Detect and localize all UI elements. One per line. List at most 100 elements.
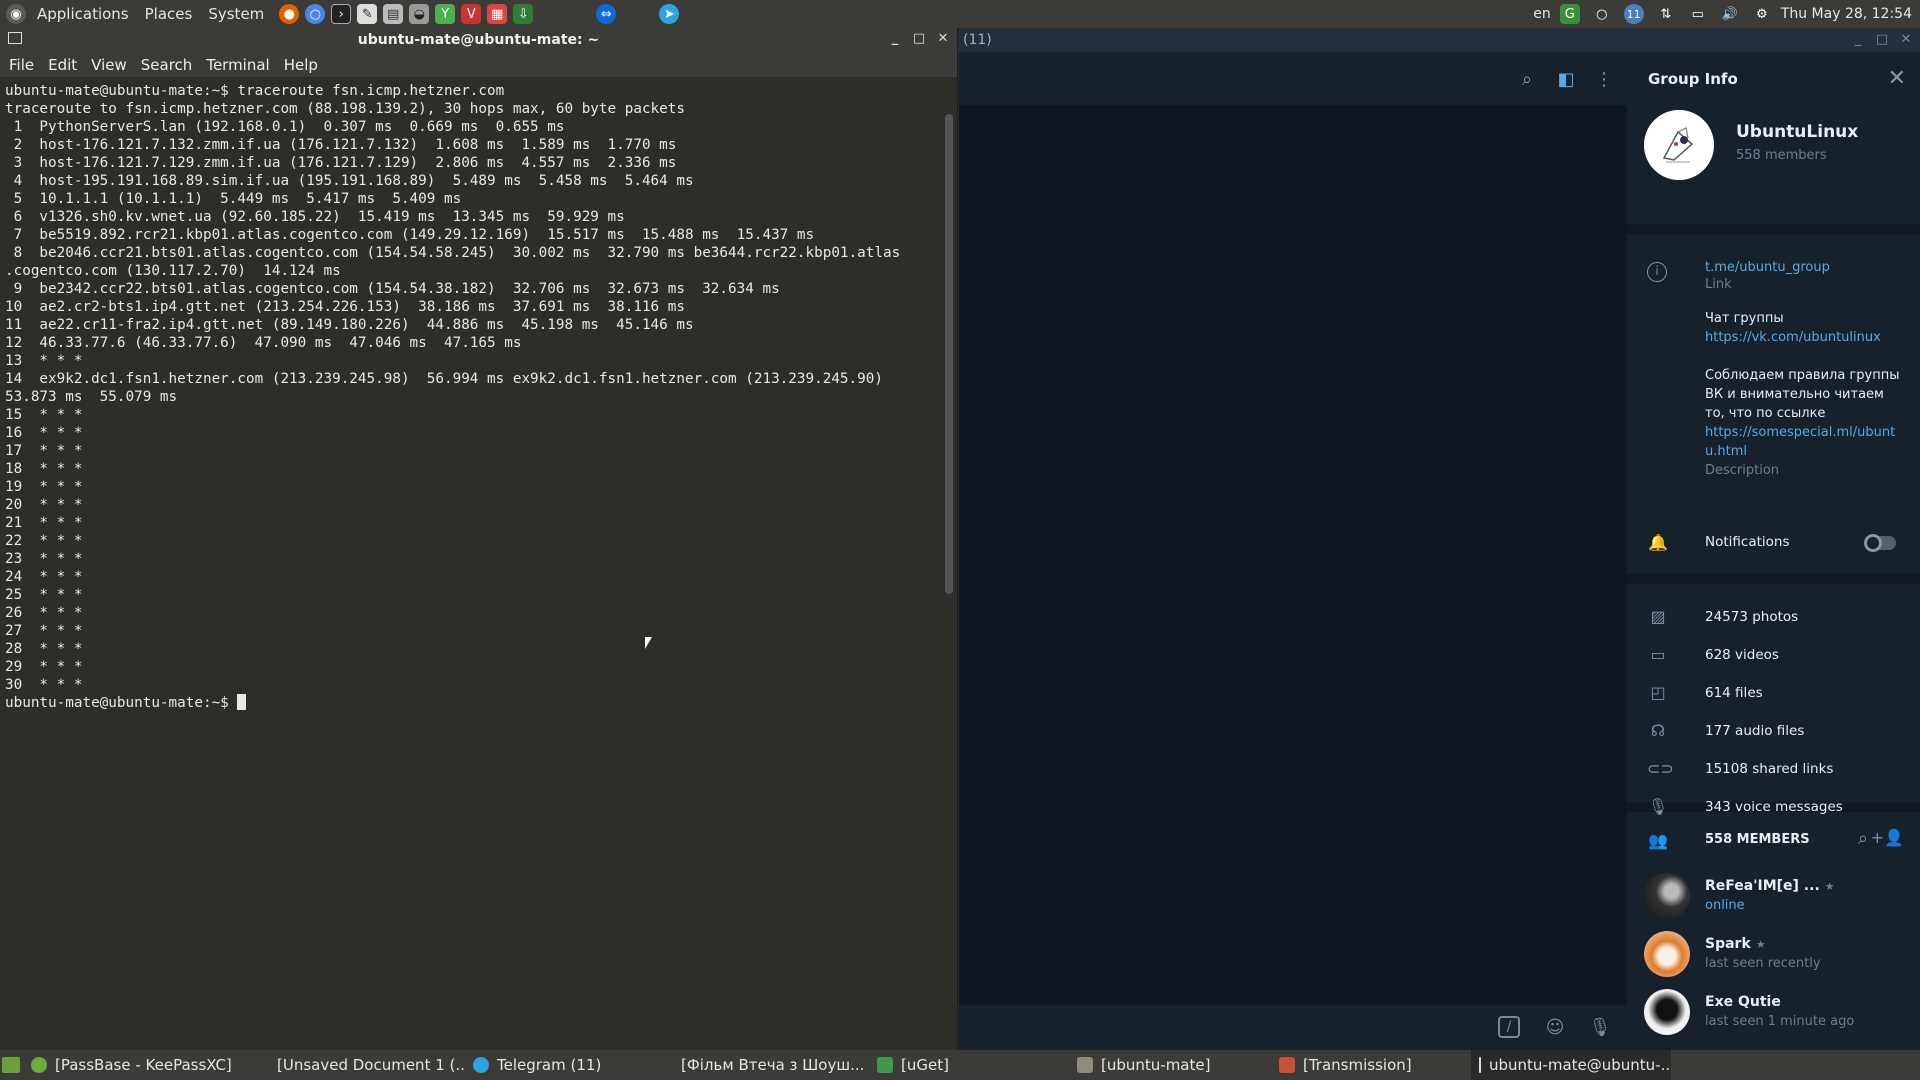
maximize-icon[interactable]: □ [911,31,927,47]
member-row[interactable]: Spark ★ last seen recently [1627,926,1920,984]
member-name-row-2: Spark ★ [1705,936,1766,952]
description-line: Чат группы [1705,311,1784,326]
telegram-titlebar[interactable]: (11) _ □ ✕ [959,28,1920,52]
terminal-line: 7 be5519.892.rcr21.kbp01.atlas.cogentco.… [5,227,815,243]
menu-places[interactable]: Places [137,5,201,23]
mouse-pointer-icon [645,637,652,649]
volume-icon[interactable]: 🔊 [1720,4,1740,24]
task-label: [Фільм Втеча з Шоуш... [681,1056,865,1074]
bulb-icon[interactable]: ○ [1592,4,1612,24]
description-link-vk[interactable]: https://vk.com/ubuntulinux [1705,328,1905,347]
clock[interactable]: Thu May 28, 12:54 [1781,6,1912,22]
menu-search[interactable]: Search [134,56,200,74]
menu-file[interactable]: File [2,56,41,74]
disk-icon[interactable]: ◒ [409,4,430,24]
minimize-icon[interactable]: _ [887,31,903,47]
close-icon[interactable]: ✕ [935,31,951,47]
task-telegram[interactable]: Telegram (11) [465,1050,665,1080]
search-icon[interactable]: ⌕ [1858,828,1868,849]
menu-system[interactable]: System [200,5,272,23]
terminal-line: 14 ex9k2.dc1.fsn1.hetzner.com (213.239.2… [5,371,883,387]
media-links-label: 15108 shared links [1705,761,1834,777]
terminal-titlebar[interactable]: ubuntu-mate@ubuntu-mate: ~ _ □ ✕ [0,28,957,52]
description-link-site[interactable]: https://somespecial.ml/ubuntu.html [1705,423,1905,461]
network-icon[interactable]: ⇅ [1656,4,1676,24]
media-photos-label: 24573 photos [1705,609,1799,625]
notifications-toggle[interactable] [1864,534,1896,552]
avatar [1644,931,1690,977]
task-label: [uGet] [901,1056,949,1074]
maximize-icon[interactable]: □ [1874,32,1890,48]
terminal-output[interactable]: ubuntu-mate@ubuntu-mate:~$ traceroute fs… [0,80,942,1050]
description-label: Description [1705,463,1780,478]
terminal-line: ubuntu-mate@ubuntu-mate:~$ traceroute fs… [5,83,505,99]
terminal-prompt-line[interactable]: ubuntu-mate@ubuntu-mate:~$ [5,694,937,712]
notifications-row[interactable]: 🔔 Notifications [1627,522,1920,564]
teamviewer-icon[interactable]: ⇔ [596,4,617,24]
mate-logo-icon[interactable]: ◉ [6,4,26,24]
shield-icon[interactable]: Y [435,4,456,24]
text-editor-icon[interactable]: ✎ [357,4,378,24]
chromium-icon[interactable]: ○ [305,4,326,24]
close-icon[interactable]: ✕ [1898,32,1914,48]
file-manager-icon[interactable]: ▤ [383,4,404,24]
vivaldi-icon[interactable]: V [461,4,482,24]
update-badge[interactable]: 11 [1623,4,1644,24]
terminal-line: 3 host-176.121.7.129.zmm.if.ua (176.121.… [5,155,677,171]
task-uget[interactable]: [uGet] [869,1050,1069,1080]
bot-command-icon[interactable]: / [1498,1016,1520,1038]
show-desktop-icon[interactable] [2,1057,20,1073]
emoji-icon[interactable]: ☺ [1543,1016,1567,1040]
group-link[interactable]: t.me/ubuntu_group [1705,258,1905,277]
firefox-icon[interactable]: ● [279,4,300,24]
terminal-line: 18 * * * [5,461,83,477]
task-label: [Unsaved Document 1 (... [277,1056,465,1074]
keepassxc-icon [31,1057,47,1073]
member-row[interactable]: ReFea'IM[e] ... ★ online [1627,868,1920,926]
menu-help[interactable]: Help [277,56,325,74]
media-photos-row[interactable]: ▨ 24573 photos [1627,598,1920,636]
members-header: 👥 558 MEMBERS ⌕ +👤 [1627,812,1920,868]
clipboard-icon[interactable]: G [1559,4,1580,24]
transmission-icon [1279,1057,1295,1073]
media-links-row[interactable]: ⊂⊃ 15108 shared links [1627,750,1920,788]
task-file-manager[interactable]: [ubuntu-mate] [1069,1050,1271,1080]
terminal-icon[interactable]: › [331,4,352,24]
keyboard-layout[interactable]: en [1533,6,1551,22]
task-terminal[interactable]: ubuntu-mate@ubuntu-... [1471,1050,1671,1080]
task-keepassxc[interactable]: [PassBase - KeePassXC] [23,1050,261,1080]
menu-applications[interactable]: Applications [29,5,137,23]
task-transmission[interactable]: [Transmission] [1271,1050,1471,1080]
member-status: last seen 1 minute ago [1705,1014,1855,1029]
menu-edit[interactable]: Edit [41,56,84,74]
media-files-row[interactable]: ◰ 614 files [1627,674,1920,712]
task-browser[interactable]: [Фільм Втеча з Шоуш... [665,1050,869,1080]
window-menu-icon[interactable] [8,32,22,44]
terminal-prompt: ubuntu-mate@ubuntu-mate:~$ [5,695,238,711]
telegram-icon[interactable]: ➤ [659,4,680,24]
group-avatar[interactable] [1644,110,1714,180]
app-grid-icon[interactable]: ▦ [487,4,508,24]
link-icon: ⊂⊃ [1647,759,1674,778]
scrollbar-thumb[interactable] [945,114,953,594]
menu-view[interactable]: View [84,56,134,74]
minimize-icon[interactable]: _ [1850,32,1866,48]
microphone-icon[interactable]: 🎙 [1588,1016,1612,1040]
task-text-editor[interactable]: [Unsaved Document 1 (... [261,1050,465,1080]
media-audio-row[interactable]: ☊ 177 audio files [1627,712,1920,750]
terminal-scrollbar[interactable] [943,84,955,1044]
headphones-icon: ☊ [1650,721,1666,740]
sidebar-toggle-icon[interactable]: ◧ [1555,69,1577,91]
more-vertical-icon[interactable]: ⋮ [1593,69,1615,91]
terminal-line: 9 be2342.ccr22.bts01.atlas.cogentco.com … [5,281,780,297]
add-member-icon[interactable]: +👤 [1871,828,1904,847]
member-row[interactable]: Exe Qutie last seen 1 minute ago [1627,984,1920,1042]
avatar [1644,989,1690,1035]
menu-terminal[interactable]: Terminal [199,56,276,74]
battery-icon[interactable]: ▭ [1688,4,1708,24]
download-icon[interactable]: ⇩ [513,4,534,24]
media-videos-row[interactable]: ▭ 628 videos [1627,636,1920,674]
close-icon[interactable]: ✕ [1888,66,1906,91]
settings-icon[interactable]: ⚙ [1752,4,1772,24]
search-icon[interactable]: ⌕ [1516,69,1538,91]
